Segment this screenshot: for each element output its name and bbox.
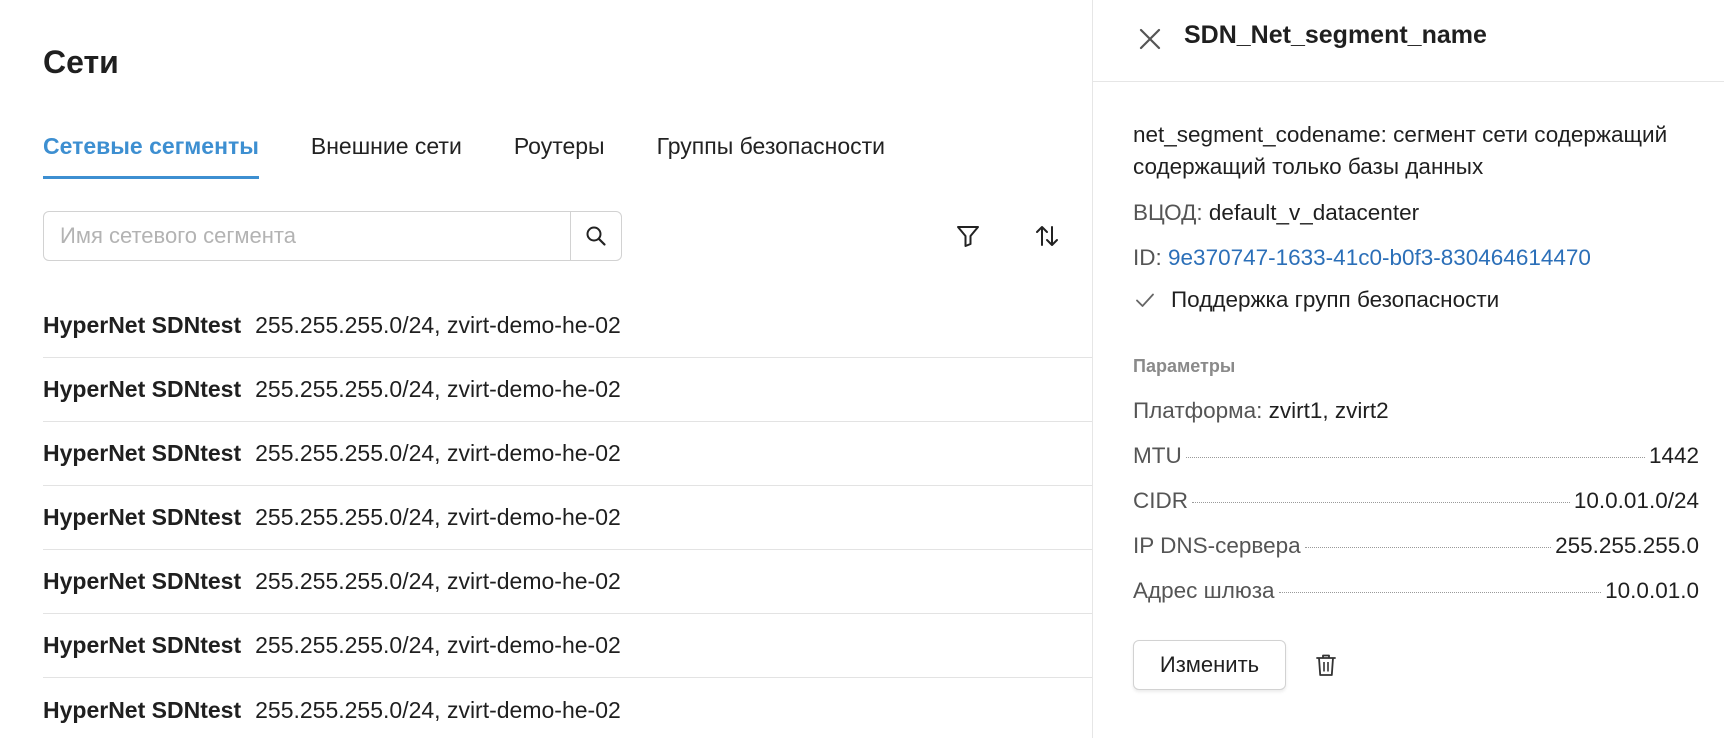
segment-name: HyperNet SDNtest — [43, 376, 242, 402]
list-item[interactable]: HyperNet SDNtest 255.255.255.0/24, zvirt… — [43, 678, 1092, 742]
vdc-value: default_v_datacenter — [1208, 200, 1420, 225]
id-label: ID: — [1133, 245, 1162, 270]
segment-name: HyperNet SDNtest — [43, 312, 242, 338]
param-dns-server: IP DNS-сервера 255.255.255.0 — [1133, 533, 1699, 559]
check-icon — [1136, 293, 1154, 307]
tab-routers[interactable]: Роутеры — [514, 133, 605, 179]
segment-meta: 255.255.255.0/24, zvirt-demo-he-02 — [255, 696, 621, 723]
close-icon[interactable] — [1135, 24, 1165, 54]
networks-page: Сети Сетевые сегменты Внешние сети Роуте… — [0, 0, 1092, 738]
id-link[interactable]: 9e370747-1633-41c0-b0f3-830464614470 — [1168, 245, 1591, 270]
segment-name: HyperNet SDNtest — [43, 632, 242, 658]
param-cidr: CIDR 10.0.01.0/24 — [1133, 488, 1699, 514]
segment-meta: 255.255.255.0/24, zvirt-demo-he-02 — [255, 568, 621, 594]
segment-meta: 255.255.255.0/24, zvirt-demo-he-02 — [255, 632, 621, 658]
leader-dots — [1185, 456, 1645, 458]
param-mtu: MTU 1442 — [1133, 443, 1699, 469]
segment-list: HyperNet SDNtest 255.255.255.0/24, zvirt… — [43, 294, 1092, 742]
param-value: 10.0.01.0/24 — [1573, 488, 1699, 513]
filter-icon[interactable] — [954, 222, 982, 250]
id-row: ID: 9e370747-1633-41c0-b0f3-830464614470 — [1133, 242, 1591, 274]
search-button[interactable] — [570, 212, 621, 260]
leader-dots — [1278, 591, 1602, 593]
panel-title: SDN_Net_segment_name — [1184, 21, 1487, 49]
search-box — [43, 211, 622, 261]
leader-dots — [1192, 501, 1570, 503]
sort-icon[interactable] — [1033, 222, 1061, 250]
params-section-title: Параметры — [1133, 356, 1236, 376]
leader-dots — [1304, 546, 1552, 548]
search-input[interactable] — [44, 212, 570, 260]
param-value: 255.255.255.0 — [1555, 533, 1699, 558]
search-icon — [586, 226, 606, 246]
page-title: Сети — [43, 44, 119, 80]
tab-network-segments[interactable]: Сетевые сегменты — [43, 133, 259, 179]
segment-name: HyperNet SDNtest — [43, 440, 242, 466]
vdc-label: ВЦОД: — [1133, 200, 1203, 225]
segment-name: HyperNet SDNtest — [43, 568, 242, 594]
list-item[interactable]: HyperNet SDNtest 255.255.255.0/24, zvirt… — [43, 358, 1092, 422]
platform-row: Платформа: zvirt1, zvirt2 — [1133, 395, 1389, 427]
segment-meta: 255.255.255.0/24, zvirt-demo-he-02 — [255, 504, 621, 530]
param-value: 10.0.01.0 — [1605, 578, 1699, 603]
list-item[interactable]: HyperNet SDNtest 255.255.255.0/24, zvirt… — [43, 550, 1092, 614]
param-label: MTU — [1133, 443, 1182, 468]
edit-button[interactable]: Изменить — [1133, 640, 1286, 690]
list-item[interactable]: HyperNet SDNtest 255.255.255.0/24, zvirt… — [43, 614, 1092, 678]
param-label: IP DNS-сервера — [1133, 533, 1301, 558]
list-item[interactable]: HyperNet SDNtest 255.255.255.0/24, zvirt… — [43, 422, 1092, 486]
segment-meta: 255.255.255.0/24, zvirt-demo-he-02 — [255, 376, 621, 402]
security-groups-support: Поддержка групп безопасности — [1133, 287, 1499, 313]
trash-icon[interactable] — [1312, 651, 1340, 679]
tabs: Сетевые сегменты Внешние сети Роутеры Гр… — [43, 133, 937, 181]
segment-name: HyperNet SDNtest — [43, 504, 242, 530]
segment-name: HyperNet SDNtest — [43, 696, 242, 723]
segment-detail-panel: SDN_Net_segment_name net_segment_codenam… — [1092, 0, 1724, 738]
list-item[interactable]: HyperNet SDNtest 255.255.255.0/24, zvirt… — [43, 294, 1092, 358]
segment-description: net_segment_codename: сегмент сети содер… — [1133, 122, 1668, 179]
tab-external-networks[interactable]: Внешние сети — [311, 133, 462, 179]
tab-security-groups[interactable]: Группы безопасности — [657, 133, 885, 179]
param-label: Адрес шлюза — [1133, 578, 1275, 603]
security-groups-support-label: Поддержка групп безопасности — [1171, 287, 1500, 312]
panel-header: SDN_Net_segment_name — [1093, 0, 1724, 82]
segment-meta: 255.255.255.0/24, zvirt-demo-he-02 — [255, 312, 621, 338]
param-label: CIDR — [1133, 488, 1188, 513]
list-item[interactable]: HyperNet SDNtest 255.255.255.0/24, zvirt… — [43, 486, 1092, 550]
vdc-row: ВЦОД: default_v_datacenter — [1133, 197, 1419, 229]
param-gateway: Адрес шлюза 10.0.01.0 — [1133, 578, 1699, 604]
param-value: 1442 — [1648, 443, 1699, 468]
platform-value: zvirt1, zvirt2 — [1268, 398, 1389, 423]
segment-meta: 255.255.255.0/24, zvirt-demo-he-02 — [255, 440, 621, 466]
platform-label: Платформа: — [1133, 398, 1263, 423]
